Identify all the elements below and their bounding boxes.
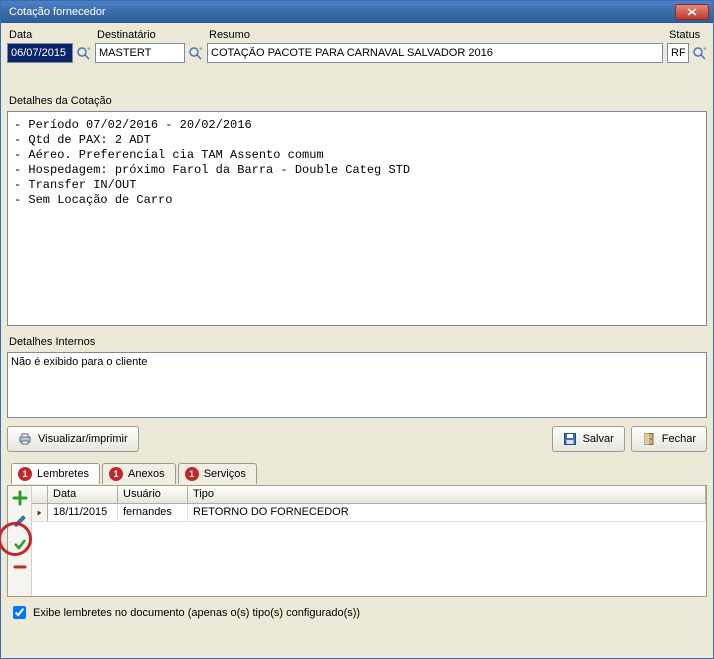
door-icon <box>642 432 656 446</box>
tabs: 1 Lembretes 1 Anexos 1 Serviços <box>7 462 707 483</box>
tab-anexos-badge: 1 <box>109 467 123 481</box>
data-label: Data <box>7 29 91 41</box>
remove-button[interactable] <box>11 558 29 576</box>
grid-header: Data Usuário Tipo <box>32 486 706 504</box>
grid-header-data[interactable]: Data <box>48 486 118 503</box>
tab-lembretes-label: Lembretes <box>37 468 89 480</box>
destinatario-input[interactable] <box>95 43 185 63</box>
pencil-icon <box>13 514 27 528</box>
tab-servicos-badge: 1 <box>185 467 199 481</box>
grid: Data Usuário Tipo 18/11/2015 fernandes R… <box>32 486 706 596</box>
status-lookup-icon[interactable]: + <box>691 45 707 61</box>
action-row: Visualizar/imprimir Salvar Fechar <box>7 426 707 452</box>
exibe-lembretes-label: Exibe lembretes no documento (apenas o(s… <box>33 607 360 619</box>
tab-pane: Data Usuário Tipo 18/11/2015 fernandes R… <box>7 485 707 597</box>
add-button[interactable] <box>11 489 29 507</box>
check-icon <box>13 537 27 551</box>
grid-header-usuario[interactable]: Usuário <box>118 486 188 503</box>
internos-label: Detalhes Internos <box>7 336 707 348</box>
printer-icon <box>18 432 32 446</box>
detalhes-label: Detalhes da Cotação <box>7 95 707 107</box>
titlebar: Cotação fornecedor <box>1 1 713 23</box>
table-row[interactable]: 18/11/2015 fernandes RETORNO DO FORNECED… <box>32 504 706 522</box>
close-button-label: Fechar <box>662 433 696 445</box>
close-icon <box>687 8 697 16</box>
print-button[interactable]: Visualizar/imprimir <box>7 426 139 452</box>
status-label: Status <box>667 29 707 41</box>
grid-header-tipo[interactable]: Tipo <box>188 486 706 503</box>
pane-toolbar <box>8 486 32 596</box>
detalhes-textarea[interactable] <box>7 111 707 326</box>
svg-text:+: + <box>703 46 706 53</box>
close-button[interactable]: Fechar <box>631 426 707 452</box>
status-input[interactable] <box>667 43 689 63</box>
svg-text:+: + <box>199 46 202 53</box>
exibe-lembretes-checkbox[interactable] <box>13 606 26 619</box>
cell-data: 18/11/2015 <box>48 504 118 521</box>
window-close-button[interactable] <box>675 4 709 20</box>
confirm-button[interactable] <box>11 535 29 553</box>
cell-tipo: RETORNO DO FORNECEDOR <box>188 504 706 521</box>
grid-header-marker <box>32 486 48 503</box>
resumo-input[interactable] <box>207 43 663 63</box>
save-button-label: Salvar <box>583 433 614 445</box>
resumo-label: Resumo <box>207 29 663 41</box>
cell-usuario: fernandes <box>118 504 188 521</box>
tab-anexos[interactable]: 1 Anexos <box>102 463 176 484</box>
content-area: Data + Destinatário + Resumo <box>1 23 713 658</box>
destinatario-label: Destinatário <box>95 29 203 41</box>
tab-anexos-label: Anexos <box>128 468 165 480</box>
data-input[interactable] <box>7 43 73 63</box>
header-fields: Data + Destinatário + Resumo <box>7 29 707 63</box>
row-marker-icon <box>32 504 48 521</box>
print-button-label: Visualizar/imprimir <box>38 433 128 445</box>
tab-servicos[interactable]: 1 Serviços <box>178 463 257 484</box>
edit-button[interactable] <box>11 512 29 530</box>
destinatario-lookup-icon[interactable]: + <box>187 45 203 61</box>
tab-lembretes[interactable]: 1 Lembretes <box>11 463 100 484</box>
tab-servicos-label: Serviços <box>204 468 246 480</box>
internos-textarea[interactable] <box>7 352 707 418</box>
plus-icon <box>12 490 28 506</box>
minus-icon <box>13 560 27 574</box>
checkbox-row: Exibe lembretes no documento (apenas o(s… <box>7 603 707 622</box>
data-lookup-icon[interactable]: + <box>75 45 91 61</box>
save-button[interactable]: Salvar <box>552 426 625 452</box>
window: Cotação fornecedor Data + Destinatário <box>0 0 714 659</box>
save-icon <box>563 432 577 446</box>
tab-lembretes-badge: 1 <box>18 467 32 481</box>
svg-text:+: + <box>87 46 90 53</box>
window-title: Cotação fornecedor <box>9 6 106 18</box>
